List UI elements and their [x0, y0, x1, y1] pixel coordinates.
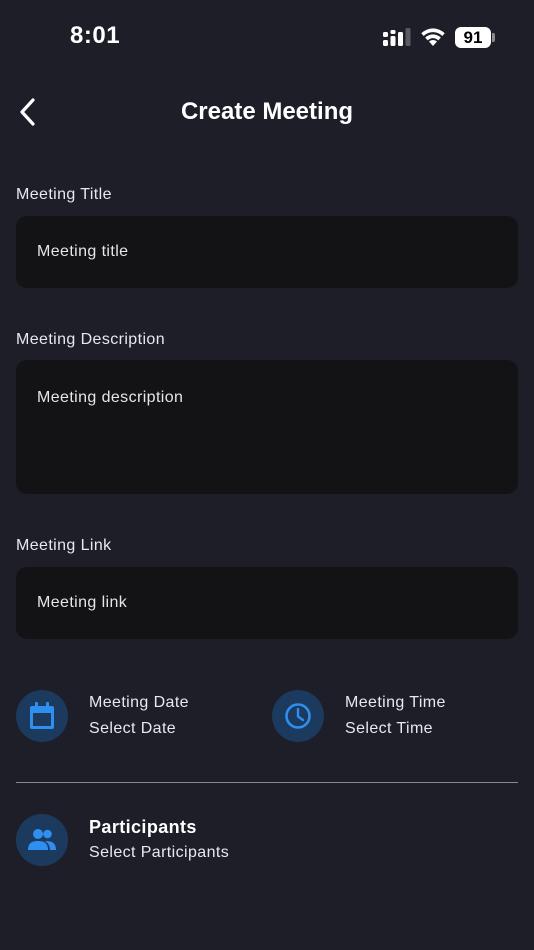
- calendar-icon: [30, 702, 54, 729]
- battery-indicator: 91: [455, 27, 491, 48]
- meeting-link-label: Meeting Link: [16, 537, 112, 554]
- select-date-text: Select Date: [89, 720, 177, 737]
- meeting-title-label: Meeting Title: [16, 186, 112, 203]
- select-participants-text: Select Participants: [89, 844, 230, 861]
- clock-icon: [285, 703, 311, 729]
- page-title: Create Meeting: [180, 98, 354, 125]
- people-icon: [28, 829, 56, 850]
- meeting-description-label: Meeting Description: [16, 331, 165, 348]
- time-icon-circle: [272, 690, 324, 742]
- meeting-title-field: [16, 216, 518, 288]
- time-picker-text: Meeting Time Select Time: [345, 693, 446, 739]
- participants-text: Participants Select Participants: [89, 817, 229, 863]
- participants-label: Participants: [89, 817, 197, 837]
- status-bar: 8:01 91: [0, 0, 534, 76]
- create-meeting-screen: 8:01 91 Create Meeting Meeting Title Mee…: [0, 0, 534, 950]
- meeting-link-input[interactable]: [37, 594, 497, 612]
- status-time: 8:01: [70, 22, 121, 49]
- participants-picker[interactable]: Participants Select Participants: [16, 814, 229, 866]
- meeting-date-picker[interactable]: Meeting Date Select Date: [16, 690, 189, 742]
- meeting-title-input[interactable]: [37, 243, 497, 261]
- participants-icon-circle: [16, 814, 68, 866]
- date-picker-text: Meeting Date Select Date: [89, 693, 189, 739]
- date-icon-circle: [16, 690, 68, 742]
- meeting-link-field: [16, 567, 518, 639]
- meeting-description-input[interactable]: [37, 389, 497, 461]
- meeting-date-label: Meeting Date: [89, 694, 189, 711]
- cellular-signal-icon: [383, 28, 411, 46]
- meeting-time-label: Meeting Time: [345, 694, 446, 711]
- wifi-icon: [421, 28, 445, 46]
- meeting-time-picker[interactable]: Meeting Time Select Time: [272, 690, 446, 742]
- section-divider: [16, 782, 518, 783]
- battery-nub: [492, 33, 495, 42]
- meeting-description-field: [16, 360, 518, 494]
- select-time-text: Select Time: [345, 720, 433, 737]
